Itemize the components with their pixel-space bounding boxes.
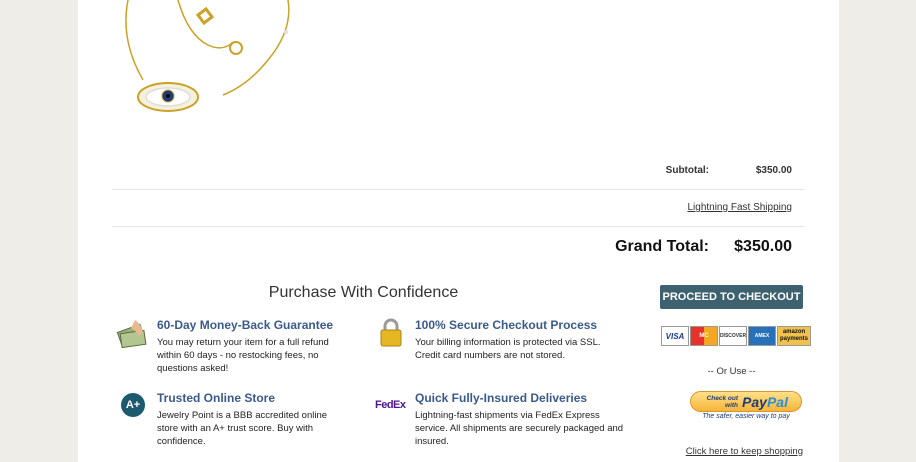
- mastercard-icon: MC: [690, 326, 718, 346]
- paypal-tagline: The safer, easier way to pay: [702, 413, 790, 420]
- feature-trusted-store: A+ Trusted Online Store Jewelry Point is…: [121, 391, 347, 448]
- feature-secure-checkout: 100% Secure Checkout Process Your billin…: [380, 318, 625, 362]
- paypal-pal-text: Pal: [766, 393, 788, 410]
- feature-description: Jewelry Point is a BBB accredited online…: [157, 410, 328, 447]
- paypal-checkout-with-text: Check out with: [706, 394, 739, 409]
- grand-total-label: Grand Total:: [615, 238, 709, 255]
- shipping-method-link[interactable]: Lightning Fast Shipping: [687, 202, 792, 213]
- visa-icon: VISA: [661, 326, 689, 346]
- feature-money-back: 60-Day Money-Back Guarantee You may retu…: [116, 318, 347, 375]
- feature-title: 100% Secure Checkout Process: [415, 318, 598, 332]
- fedex-icon: FedEx: [375, 399, 406, 411]
- paypal-checkout-button[interactable]: Check out with PayPal: [690, 391, 802, 412]
- subtotal-value: $350.00: [755, 165, 792, 176]
- lock-icon: [380, 318, 402, 347]
- amex-icon: AMEX: [748, 326, 776, 346]
- feature-title: 60-Day Money-Back Guarantee: [157, 318, 334, 332]
- keep-shopping-link[interactable]: Click here to keep shopping: [686, 446, 803, 457]
- feature-fedex-delivery: FedEx Quick Fully-Insured Deliveries Lig…: [375, 391, 625, 448]
- shipping-row: Lightning Fast Shipping: [112, 190, 805, 227]
- money-icon: [116, 320, 147, 349]
- amazon-payments-icon: amazon payments: [777, 326, 811, 346]
- discover-icon: DISCOVER: [719, 326, 747, 346]
- feature-description: Lightning-fast shipments via FedEx Expre…: [415, 410, 624, 447]
- feature-title: Trusted Online Store: [157, 391, 276, 405]
- subtotal-row: Subtotal: $350.00: [112, 160, 805, 190]
- accepted-cards: VISA MC DISCOVER AMEX amazon payments: [661, 326, 811, 346]
- paypal-logo: PayPal: [742, 394, 788, 410]
- feature-title: Quick Fully-Insured Deliveries: [415, 391, 588, 405]
- grand-total-value: $350.00: [734, 238, 792, 255]
- a-plus-icon: A+: [121, 393, 145, 417]
- paypal-pay-text: Pay: [742, 393, 767, 410]
- cart-page: Subtotal: $350.00 Lightning Fast Shippin…: [78, 0, 839, 462]
- product-image-evil-eye-bracelet[interactable]: [118, 0, 308, 125]
- feature-description: You may return your item for a full refu…: [157, 337, 329, 374]
- proceed-to-checkout-button[interactable]: PROCEED TO CHECKOUT: [660, 285, 803, 309]
- or-use-label: -- Or Use --: [707, 366, 756, 377]
- confidence-heading: Purchase With Confidence: [268, 284, 459, 301]
- subtotal-label: Subtotal:: [665, 165, 709, 176]
- feature-description: Your billing information is protected vi…: [415, 337, 601, 361]
